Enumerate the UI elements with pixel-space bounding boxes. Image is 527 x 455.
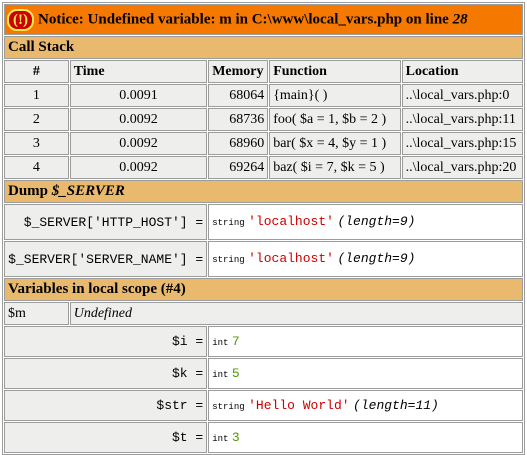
stack-function: {main}( ) [269, 84, 401, 107]
table-row: $m Undefined [4, 302, 523, 325]
stack-function: bar( $x = 4, $y = 1 ) [269, 132, 401, 155]
dump-value: string 'localhost' (length=9) [208, 241, 523, 277]
table-row: $i = int 7 [4, 326, 523, 357]
table-row: 4 0.0092 69264 baz( $i = 7, $k = 5 ) ..\… [4, 156, 523, 179]
table-row: 3 0.0092 68960 bar( $x = 4, $y = 1 ) ..\… [4, 132, 523, 155]
table-row: $_SERVER['HTTP_HOST'] = string 'localhos… [4, 204, 523, 240]
stack-memory: 68064 [208, 84, 269, 107]
table-row: $k = int 5 [4, 358, 523, 389]
table-row: 1 0.0091 68064 {main}( ) ..\local_vars.p… [4, 84, 523, 107]
local-var-name: $m [4, 302, 69, 325]
dump-server-title: Dump $_SERVER [4, 180, 523, 203]
stack-index: 4 [4, 156, 69, 179]
stack-time: 0.0092 [69, 132, 208, 155]
stack-location: ..\local_vars.php:15 [401, 132, 523, 155]
local-var-type: string [212, 401, 245, 412]
local-var-key: $t = [4, 422, 208, 453]
stack-index: 3 [4, 132, 69, 155]
local-var-undefined: Undefined [69, 302, 523, 325]
col-header-time: Time [69, 60, 208, 83]
table-row: $str = string 'Hello World' (length=11) [4, 390, 523, 421]
stack-location: ..\local_vars.php:11 [401, 108, 523, 131]
local-var-value: int 3 [208, 422, 523, 453]
stack-function: foo( $a = 1, $b = 2 ) [269, 108, 401, 131]
local-var-number: 5 [231, 365, 240, 381]
stack-memory: 68960 [208, 132, 269, 155]
local-var-key: $i = [4, 326, 208, 357]
local-var-length: (length=11) [353, 397, 439, 413]
local-var-type: int [212, 337, 229, 348]
col-header-function: Function [269, 60, 401, 83]
table-row: $t = int 3 [4, 422, 523, 453]
dump-string: 'localhost' [248, 251, 334, 266]
col-header-index: # [4, 60, 69, 83]
dump-length: (length=9) [337, 251, 416, 266]
local-var-string: 'Hello World' [248, 397, 350, 413]
stack-index: 1 [4, 84, 69, 107]
table-row: 2 0.0092 68736 foo( $a = 1, $b = 2 ) ..\… [4, 108, 523, 131]
xdebug-error-table: (!) Notice: Undefined variable: m in C:\w… [2, 2, 525, 455]
dump-string: 'localhost' [248, 214, 334, 229]
dump-type: string [212, 218, 245, 228]
dump-key: $_SERVER['HTTP_HOST'] = [4, 204, 208, 240]
notice-warning-icon: (!) [7, 8, 34, 31]
stack-location: ..\local_vars.php:0 [401, 84, 523, 107]
local-var-number: 3 [231, 429, 240, 445]
local-var-value: int 7 [208, 326, 523, 357]
dump-title-prefix: Dump [8, 183, 52, 199]
table-row: $_SERVER['SERVER_NAME'] = string 'localh… [4, 241, 523, 277]
notice-header: (!) Notice: Undefined variable: m in C:\w… [4, 4, 523, 35]
col-header-location: Location [401, 60, 523, 83]
local-vars-title: Variables in local scope (#4) [4, 278, 523, 301]
dump-key: $_SERVER['SERVER_NAME'] = [4, 241, 208, 277]
stack-index: 2 [4, 108, 69, 131]
dump-value: string 'localhost' (length=9) [208, 204, 523, 240]
call-stack-title: Call Stack [4, 36, 523, 59]
local-var-type: int [212, 433, 229, 444]
local-var-type: int [212, 369, 229, 380]
dump-type: string [212, 255, 245, 265]
stack-location: ..\local_vars.php:20 [401, 156, 523, 179]
dump-title-var: $_SERVER [51, 183, 125, 199]
stack-memory: 68736 [208, 108, 269, 131]
notice-message: Notice: Undefined variable: m in C:\www\… [38, 10, 453, 27]
stack-time: 0.0092 [69, 108, 208, 131]
notice-line-number: 28 [452, 10, 468, 27]
local-var-key: $k = [4, 358, 208, 389]
stack-time: 0.0092 [69, 156, 208, 179]
stack-function: baz( $i = 7, $k = 5 ) [269, 156, 401, 179]
col-header-memory: Memory [208, 60, 269, 83]
stack-memory: 69264 [208, 156, 269, 179]
dump-length: (length=9) [337, 214, 416, 229]
local-var-value: int 5 [208, 358, 523, 389]
local-var-number: 7 [231, 333, 240, 349]
local-var-value: string 'Hello World' (length=11) [208, 390, 523, 421]
local-var-key: $str = [4, 390, 208, 421]
stack-time: 0.0091 [69, 84, 208, 107]
